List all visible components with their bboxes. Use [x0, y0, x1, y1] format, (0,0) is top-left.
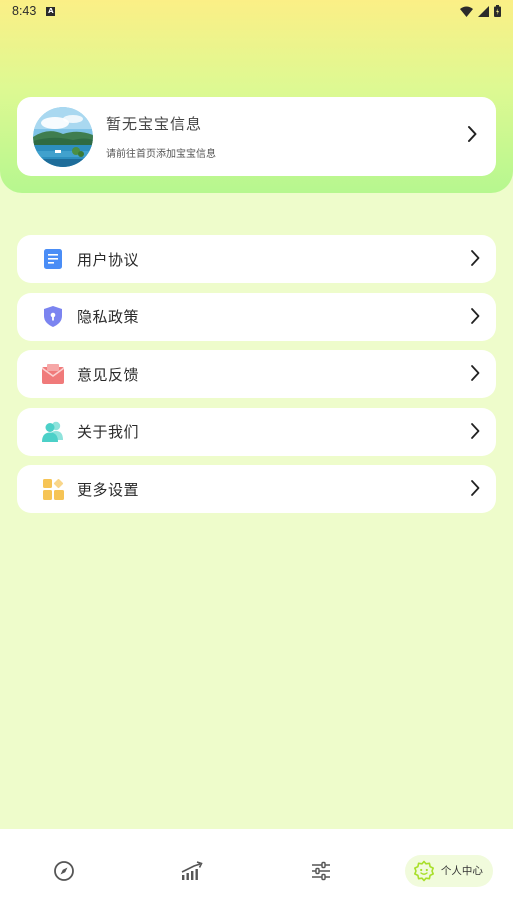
- profile-card[interactable]: 暂无宝宝信息 请前往首页添加宝宝信息: [17, 97, 496, 176]
- envelope-icon: [42, 363, 64, 385]
- a-letter-icon: A: [46, 6, 56, 16]
- menu-item-privacy-policy[interactable]: 隐私政策: [17, 292, 496, 341]
- chevron-right-icon: [471, 422, 480, 439]
- wifi-icon: [460, 6, 473, 17]
- tab-active-pill[interactable]: 个人中心: [404, 854, 493, 887]
- cell-signal-icon: [478, 5, 489, 17]
- chevron-right-icon: [471, 480, 480, 496]
- profile-text: 暂无宝宝信息 请前往首页添加宝宝信息: [106, 113, 216, 160]
- menu-list: 用户协议 隐私政策 意见反馈 关于我们 更多设置: [17, 235, 496, 523]
- status-bar: 8:43 A: [0, 0, 513, 22]
- menu-item-label: 更多设置: [77, 480, 140, 499]
- tab-profile[interactable]: 个人中心: [385, 829, 513, 912]
- tab-growth[interactable]: [128, 829, 256, 912]
- menu-item-more-settings[interactable]: 更多设置: [17, 465, 496, 513]
- chevron-right-icon: [471, 250, 480, 266]
- tab-tools[interactable]: [257, 829, 385, 912]
- shield-icon: [42, 306, 64, 328]
- bottom-tab-bar: 个人中心: [0, 829, 513, 912]
- battery-icon: [494, 5, 501, 17]
- tab-label: 个人中心: [440, 865, 483, 877]
- menu-item-feedback[interactable]: 意见反馈: [17, 350, 496, 398]
- menu-item-user-agreement[interactable]: 用户协议: [17, 235, 496, 283]
- avatar-landscape-image: [33, 106, 93, 167]
- chevron-right-icon[interactable]: [467, 125, 477, 143]
- chevron-right-icon: [471, 365, 480, 381]
- menu-item-label: 意见反馈: [77, 365, 140, 384]
- status-time: 8:43: [12, 4, 37, 18]
- document-icon: [42, 248, 64, 270]
- users-icon: [42, 421, 64, 443]
- menu-item-about-us[interactable]: 关于我们: [17, 407, 496, 456]
- baby-face-icon: [413, 860, 434, 881]
- growth-chart-icon: [182, 860, 204, 880]
- profile-title: 暂无宝宝信息: [106, 115, 203, 133]
- avatar[interactable]: [33, 106, 93, 167]
- menu-item-label: 用户协议: [77, 250, 140, 269]
- sliders-icon: [311, 861, 330, 880]
- menu-item-label: 关于我们: [77, 423, 140, 441]
- grid-icon: [42, 478, 64, 500]
- profile-subtitle: 请前往首页添加宝宝信息: [106, 149, 216, 160]
- tab-home[interactable]: [0, 829, 128, 912]
- menu-item-label: 隐私政策: [77, 308, 140, 326]
- status-icons: [460, 5, 501, 17]
- chevron-right-icon: [471, 307, 480, 324]
- compass-icon: [54, 860, 75, 881]
